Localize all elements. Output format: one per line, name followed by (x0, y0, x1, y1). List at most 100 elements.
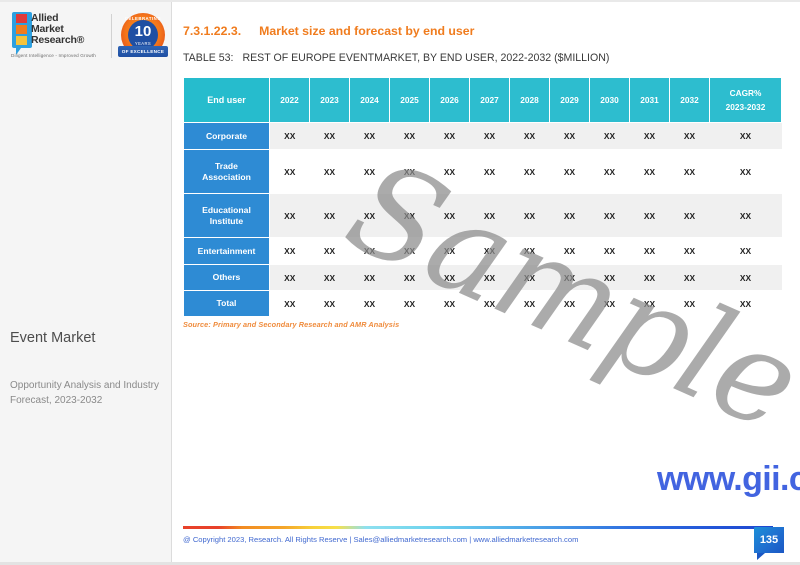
section-number: 7.3.1.22.3. (183, 24, 242, 38)
cell-total-2024: XX (349, 290, 390, 317)
cell-corporate-2022: XX (269, 122, 310, 150)
table-caption: TABLE 53: REST OF EUROPE EVENTMARKET, BY … (183, 52, 609, 64)
cell-educational-institute-2029: XX (549, 193, 590, 238)
column-header-2027: 2027 (469, 77, 510, 123)
cell-corporate-2028: XX (509, 122, 550, 150)
cell-entertainment-2025: XX (389, 237, 430, 265)
cell-entertainment-2029: XX (549, 237, 590, 265)
footer-copyright: @ Copyright 2023, Research. All Rights R… (183, 535, 579, 544)
brand-logo-block: Allied Market Research® Diligent Intelli… (10, 10, 168, 64)
cell-educational-institute-2025: XX (389, 193, 430, 238)
cell-total-2025: XX (389, 290, 430, 317)
cell-corporate-cagr: XX (709, 122, 782, 150)
logo-divider (111, 14, 112, 58)
page-title: Market size and forecast by end user (259, 24, 475, 38)
cell-others-2023: XX (309, 264, 350, 291)
cell-entertainment-2030: XX (589, 237, 630, 265)
cell-others-2030: XX (589, 264, 630, 291)
cell-trade-association-2030: XX (589, 149, 630, 194)
row-label-line1: Corporate (205, 130, 248, 141)
allied-market-research-logo: Allied Market Research® Diligent Intelli… (10, 10, 106, 62)
gii-url-watermark: www.gii.co.jp (657, 460, 800, 498)
main-content: 7.3.1.22.3. Market size and forecast by e… (173, 2, 800, 562)
column-header-2029: 2029 (549, 77, 590, 123)
cell-others-2029: XX (549, 264, 590, 291)
table-row: Total XX XX XX XX XX XX XX XX XX XX XX X… (183, 290, 782, 317)
report-subtitle: Opportunity Analysis and Industry Foreca… (10, 380, 159, 406)
cell-trade-association-2032: XX (669, 149, 710, 194)
cell-educational-institute-2031: XX (629, 193, 670, 238)
table-caption-text: REST OF EUROPE EVENTMARKET, BY END USER,… (242, 52, 610, 64)
cell-corporate-2026: XX (429, 122, 470, 150)
cell-others-2031: XX (629, 264, 670, 291)
table-caption-label: TABLE 53: (183, 52, 234, 64)
table-body: Corporate XX XX XX XX XX XX XX XX XX XX … (183, 122, 782, 317)
cell-educational-institute-2023: XX (309, 193, 350, 238)
anniversary-badge-icon: CELEBRATING 10 YEARS OF EXCELLENCE (118, 12, 168, 62)
cell-educational-institute-2022: XX (269, 193, 310, 238)
column-header-2024: 2024 (349, 77, 390, 123)
cell-entertainment-2023: XX (309, 237, 350, 265)
cell-entertainment-2031: XX (629, 237, 670, 265)
cell-educational-institute-2030: XX (589, 193, 630, 238)
column-header-2028: 2028 (509, 77, 550, 123)
cagr-label-line2: 2023-2032 (725, 102, 766, 112)
cell-trade-association-2031: XX (629, 149, 670, 194)
column-header-2031: 2031 (629, 77, 670, 123)
column-header-2026: 2026 (429, 77, 470, 123)
cell-others-2022: XX (269, 264, 310, 291)
cell-trade-association-2029: XX (549, 149, 590, 194)
row-label-line1: Trade (215, 160, 238, 171)
page-number-badge: 135 (754, 527, 784, 560)
cell-trade-association-2024: XX (349, 149, 390, 194)
cell-educational-institute-2026: XX (429, 193, 470, 238)
logo-word-research: Research® (31, 34, 85, 46)
column-header-end-user: End user (183, 77, 270, 123)
logo-square-yellow-icon (16, 36, 27, 45)
cell-entertainment-cagr: XX (709, 237, 782, 265)
cell-corporate-2032: XX (669, 122, 710, 150)
table-row: Trade Association XX XX XX XX XX XX XX X… (183, 149, 782, 194)
cell-total-2022: XX (269, 290, 310, 317)
document-page: Allied Market Research® Diligent Intelli… (0, 0, 800, 565)
cell-entertainment-2032: XX (669, 237, 710, 265)
cell-entertainment-2022: XX (269, 237, 310, 265)
cell-others-2028: XX (509, 264, 550, 291)
cell-trade-association-2027: XX (469, 149, 510, 194)
cell-trade-association-2026: XX (429, 149, 470, 194)
cell-entertainment-2028: XX (509, 237, 550, 265)
cell-educational-institute-2027: XX (469, 193, 510, 238)
logo-square-red-icon (16, 14, 27, 23)
cell-corporate-2023: XX (309, 122, 350, 150)
cell-trade-association-2022: XX (269, 149, 310, 194)
report-sidebar: Allied Market Research® Diligent Intelli… (0, 2, 172, 562)
table-row: Others XX XX XX XX XX XX XX XX XX XX XX … (183, 264, 782, 291)
cell-total-2023: XX (309, 290, 350, 317)
row-label-educational-institute: Educational Institute (183, 193, 270, 238)
column-header-2032: 2032 (669, 77, 710, 123)
cell-others-2032: XX (669, 264, 710, 291)
row-label-line2: Association (202, 171, 251, 182)
badge-ribbon-text: OF EXCELLENCE (118, 46, 168, 57)
cell-corporate-2027: XX (469, 122, 510, 150)
badge-number: 10 (134, 23, 152, 40)
end-user-forecast-table: End user 2022 2023 2024 2025 2026 2027 2… (183, 77, 782, 317)
cell-others-cagr: XX (709, 264, 782, 291)
cell-total-2031: XX (629, 290, 670, 317)
cell-others-2024: XX (349, 264, 390, 291)
column-header-cagr: CAGR% 2023-2032 (709, 77, 782, 123)
row-label-trade-association: Trade Association (183, 149, 270, 194)
section-heading: 7.3.1.22.3. Market size and forecast by e… (183, 24, 474, 38)
cell-trade-association-2023: XX (309, 149, 350, 194)
cell-total-2028: XX (509, 290, 550, 317)
source-note: Source: Primary and Secondary Research a… (183, 320, 400, 329)
cell-others-2025: XX (389, 264, 430, 291)
cell-total-2030: XX (589, 290, 630, 317)
column-header-2022: 2022 (269, 77, 310, 123)
cell-educational-institute-2032: XX (669, 193, 710, 238)
cell-total-2026: XX (429, 290, 470, 317)
logo-square-orange-icon (16, 25, 27, 34)
column-header-2023: 2023 (309, 77, 350, 123)
cell-educational-institute-cagr: XX (709, 193, 782, 238)
cell-corporate-2029: XX (549, 122, 590, 150)
